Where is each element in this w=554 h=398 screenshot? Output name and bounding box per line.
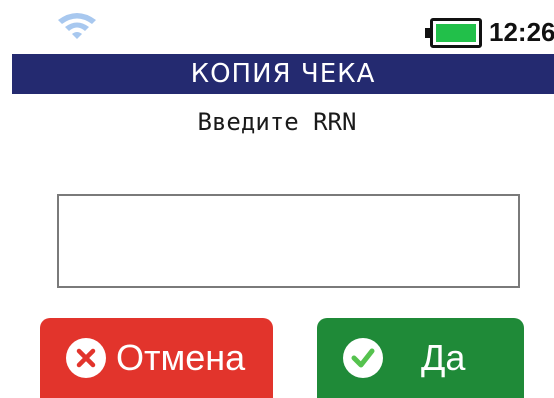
cancel-button[interactable]: Отмена [40,318,273,398]
ok-button[interactable]: Да [317,318,524,398]
page-title: КОПИЯ ЧЕКА [12,54,554,94]
terminal-screen: 12:26 КОПИЯ ЧЕКА Введите RRN Отмена Да [0,0,554,398]
ok-button-label: Да [421,337,466,378]
battery-icon [425,18,482,48]
close-circle-icon [66,338,106,378]
battery-fill [436,24,476,42]
cancel-button-label: Отмена [116,337,246,378]
rrn-input[interactable] [57,194,520,288]
battery-terminal [425,28,430,38]
wifi-icon [58,13,96,39]
check-circle-icon [343,338,383,378]
rrn-prompt-label: Введите RRN [197,108,357,136]
clock-time: 12:26 [489,17,554,47]
status-bar: 12:26 [0,0,554,54]
